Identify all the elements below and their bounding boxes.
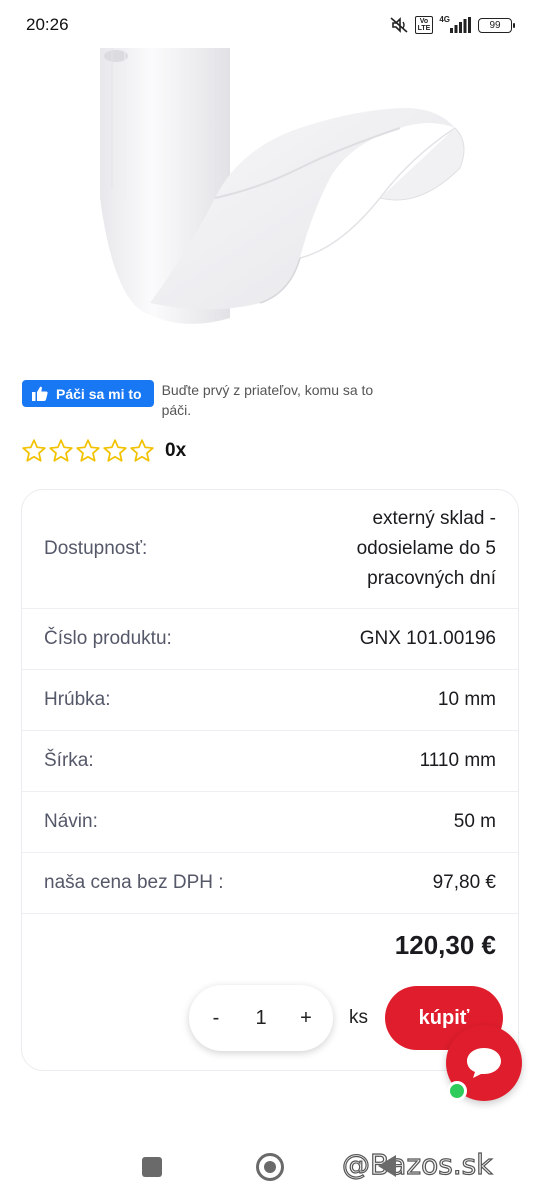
thickness-row: Hrúbka: 10 mm <box>22 670 518 731</box>
quantity-unit: ks <box>349 1007 368 1028</box>
system-nav-bar: @Bazos.sk <box>0 1140 540 1200</box>
mute-icon <box>389 16 409 34</box>
decrease-quantity-button[interactable]: - <box>207 1007 225 1030</box>
thickness-value: 10 mm <box>437 689 496 710</box>
facebook-like-text: Buďte prvý z priateľov, komu sa to páči. <box>161 382 374 418</box>
volte-icon: Vo LTE <box>414 16 434 34</box>
star-icon[interactable] <box>129 438 155 464</box>
product-number-value: GNX 101.00196 <box>359 628 496 649</box>
facebook-like-row: Páči sa mi to Buďte prvý z priateľov, ko… <box>22 380 382 420</box>
width-value: 1110 mm <box>419 750 496 771</box>
product-number-row: Číslo produktu: GNX 101.00196 <box>22 609 518 670</box>
roll-length-label: Návin: <box>44 811 98 832</box>
availability-label: Dostupnosť: <box>44 538 148 559</box>
product-image[interactable] <box>0 48 540 348</box>
thumbs-up-icon <box>32 386 48 401</box>
width-row: Šírka: 1110 mm <box>22 731 518 792</box>
star-icon[interactable] <box>48 438 74 464</box>
watermark: @Bazos.sk <box>341 1147 493 1181</box>
star-icon[interactable] <box>75 438 101 464</box>
price-without-vat-row: naša cena bez DPH : 97,80 € <box>22 853 518 914</box>
status-icons: Vo LTE 4G 99 <box>389 15 515 34</box>
availability-row: Dostupnosť: externý sklad - odosielame d… <box>22 490 518 609</box>
price-without-vat-value: 97,80 € <box>432 872 496 893</box>
total-price: 120,30 € <box>394 930 496 960</box>
availability-value: externý sklad - odosielame do 5 pracovný… <box>356 508 496 589</box>
facebook-like-button[interactable]: Páči sa mi to <box>22 380 154 407</box>
facebook-like-label: Páči sa mi to <box>56 385 142 402</box>
recent-apps-button[interactable] <box>142 1157 162 1177</box>
clock: 20:26 <box>26 15 69 34</box>
roll-length-row: Návin: 50 m <box>22 792 518 853</box>
thickness-label: Hrúbka: <box>44 689 111 710</box>
product-number-label: Číslo produktu: <box>44 628 172 649</box>
star-rating[interactable] <box>21 438 155 464</box>
home-button[interactable] <box>256 1153 284 1181</box>
product-details-card: Dostupnosť: externý sklad - odosielame d… <box>21 489 519 1071</box>
roll-length-value: 50 m <box>453 811 496 832</box>
quantity-stepper[interactable]: - 1 + <box>189 985 333 1051</box>
quantity-value[interactable]: 1 <box>255 1007 266 1030</box>
width-label: Šírka: <box>44 750 94 771</box>
online-status-dot <box>447 1081 467 1101</box>
signal-icon: 4G <box>439 15 472 33</box>
back-button[interactable] <box>378 1155 396 1177</box>
price-without-vat-label: naša cena bez DPH : <box>44 872 224 893</box>
star-icon[interactable] <box>21 438 47 464</box>
rating[interactable]: 0x <box>21 438 186 464</box>
chat-icon <box>467 1048 501 1078</box>
star-icon[interactable] <box>102 438 128 464</box>
rating-count: 0x <box>165 440 187 461</box>
battery-icon: 99 <box>478 17 515 33</box>
status-bar: 20:26 Vo LTE 4G 99 <box>0 0 540 50</box>
increase-quantity-button[interactable]: + <box>297 1007 315 1030</box>
